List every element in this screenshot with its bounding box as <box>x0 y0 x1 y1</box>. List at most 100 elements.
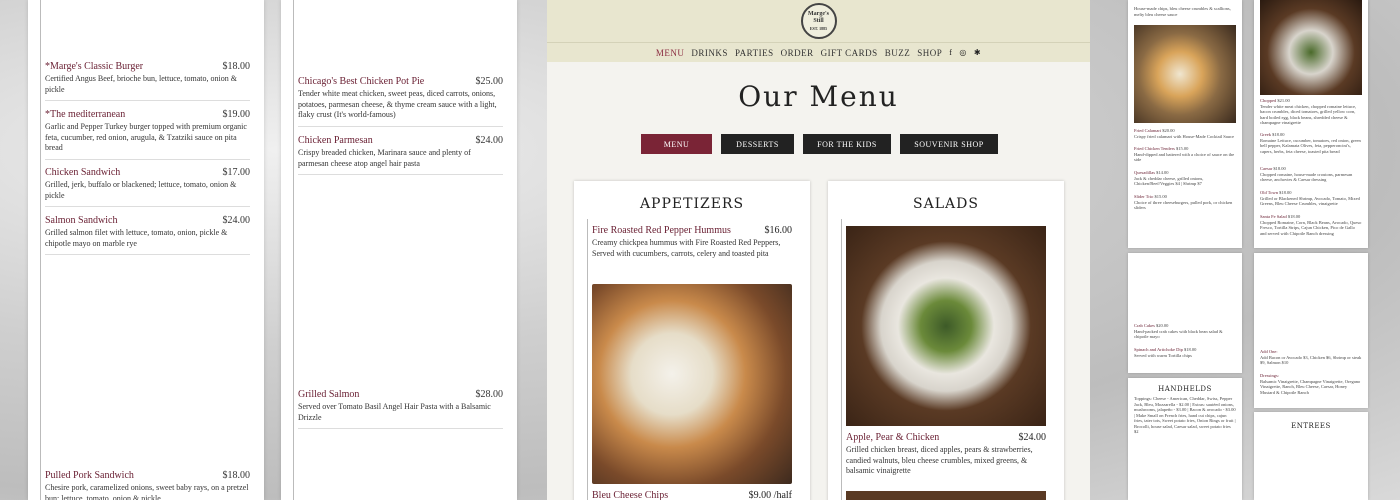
section-heading: HANDHELDS <box>1158 385 1212 393</box>
tab-for-the-kids[interactable]: FOR THE KIDS <box>803 134 891 154</box>
nav-buzz[interactable]: BUZZ <box>885 48 911 58</box>
item-desc: Tender white meat chicken, sweet peas, d… <box>298 89 497 119</box>
item-desc: Crispy breaded chicken, Marinara sauce a… <box>298 148 471 168</box>
site-logo[interactable]: Marge's Still EST. 1885 <box>800 3 837 39</box>
menu-item: Chicken Parmesan $24.00 Crispy breaded ch… <box>298 135 503 175</box>
menu-item: *Marge's Classic Burger $18.00 Certified … <box>45 61 250 101</box>
menu-tabs: MENU DESSERTS FOR THE KIDS SOUVENIR SHOP <box>641 134 998 154</box>
thumb-item: Quesadillas $14.00 Jack & cheddar cheese,… <box>1134 170 1204 186</box>
item-name: Chicken Parmesan <box>298 135 373 146</box>
item-name: Apple, Pear & Chicken <box>846 432 940 443</box>
thumb-item: Dressings: Balsamic Vinaigrette, Champagn… <box>1260 373 1361 395</box>
calamari-photo <box>1134 25 1236 123</box>
item-name: *Marge's Classic Burger <box>45 61 144 72</box>
thumb-item: Chopped $21.00 Tender white meat chicken,… <box>1260 98 1357 125</box>
instagram-icon[interactable]: ◎ <box>959 48 966 57</box>
item-name: Chicago's Best Chicken Pot Pie <box>298 76 425 87</box>
salad-photo-2 <box>846 491 1046 500</box>
thumb-item: Caesar $18.00 Chopped romaine, house-made… <box>1260 166 1353 182</box>
nav-shop[interactable]: SHOP <box>917 48 942 58</box>
item-price: $16.00 <box>764 225 793 236</box>
thumb-item: Fried Calamari $20.00 Crispy fried calama… <box>1134 128 1234 139</box>
menu-item: Fire Roasted Red Pepper Hummus $16.00 Cre… <box>592 225 792 259</box>
facebook-icon[interactable]: f <box>949 48 952 57</box>
menu-item: *The mediterranean $19.00 Garlic and Pepp… <box>45 109 250 160</box>
page-title: Our Menu <box>738 80 899 113</box>
menu-thumbnail-salads: Chopped $21.00 Tender white meat chicken,… <box>1254 0 1368 248</box>
section-heading: SALADS <box>913 196 979 212</box>
menu-item: Salmon Sandwich $24.00 Grilled salmon fil… <box>45 215 250 255</box>
menu-page-handhelds: *Marge's Classic Burger $18.00 Certified … <box>28 0 264 500</box>
website-frame: Marge's Still EST. 1885 MENU DRINKS PART… <box>547 0 1090 500</box>
site-header: Marge's Still EST. 1885 <box>547 0 1090 42</box>
menu-thumbnail-entrees: ENTREES <box>1254 412 1368 500</box>
divider <box>587 219 588 500</box>
item-desc: Grilled salmon filet with lettuce, tomat… <box>45 228 228 248</box>
item-desc: Grilled chicken breast, diced apples, pe… <box>846 445 1033 475</box>
menu-item: Pulled Pork Sandwich $18.00 Chesire pork,… <box>45 470 250 500</box>
section-heading: APPETIZERS <box>639 196 745 212</box>
menu-item: Chicago's Best Chicken Pot Pie $25.00 Ten… <box>298 76 503 127</box>
menu-page-entrees: Chicago's Best Chicken Pot Pie $25.00 Ten… <box>281 0 517 500</box>
menu-thumbnail-appetizers-2: Crab Cakes $20.00 Hand-packed crab cakes … <box>1128 253 1242 373</box>
logo-text-1: Marge's <box>808 10 829 17</box>
item-desc: Grilled, jerk, buffalo or blackened; let… <box>45 180 237 200</box>
salad-photo <box>846 226 1046 426</box>
item-name: Fire Roasted Red Pepper Hummus <box>592 225 731 236</box>
nav-drinks[interactable]: DRINKS <box>691 48 728 58</box>
menu-thumbnail-handhelds: HANDHELDS Toppings: Cheese - American, C… <box>1128 378 1242 500</box>
item-desc: Certified Angus Beef, brioche bun, lettu… <box>45 74 237 94</box>
divider <box>841 219 842 500</box>
divider <box>40 0 41 500</box>
item-price: $24.00 <box>475 135 504 146</box>
tab-desserts[interactable]: DESSERTS <box>721 134 794 154</box>
nav-menu[interactable]: MENU <box>656 48 685 58</box>
item-price: $9.00 /half <box>748 490 792 500</box>
logo-text-3: EST. 1885 <box>809 25 828 31</box>
item-desc: Served over Tomato Basil Angel Hair Past… <box>298 402 491 422</box>
menu-item: Grilled Salmon $28.00 Served over Tomato … <box>298 389 503 429</box>
logo-text-2: Still <box>813 17 824 24</box>
item-name: Grilled Salmon <box>298 389 360 400</box>
item-price: $24.00 <box>1018 432 1047 443</box>
item-price: $18.00 <box>222 61 251 72</box>
item-desc: Garlic and Pepper Turkey burger topped w… <box>45 122 247 152</box>
thumb-item: Santa Fe Salad $18.00 Chopped Romaine, Co… <box>1260 214 1362 236</box>
yelp-icon[interactable]: ✱ <box>974 48 981 57</box>
item-name: Chicken Sandwich <box>45 167 121 178</box>
salads-card: SALADS Apple, Pear & Chicken $24.00 Grill… <box>828 181 1064 500</box>
section-heading: ENTREES <box>1291 422 1331 430</box>
appetizers-card: APPETIZERS Fire Roasted Red Pepper Hummu… <box>574 181 810 500</box>
item-price: $25.00 <box>475 76 504 87</box>
item-price: $18.00 <box>222 470 251 481</box>
menu-thumbnail-appetizers: House-made chips, bleu cheese crumbles &… <box>1128 0 1242 248</box>
bleu-cheese-chips-photo <box>592 284 792 484</box>
tab-souvenir-shop[interactable]: SOUVENIR SHOP <box>900 134 998 154</box>
item-price: $24.00 <box>222 215 251 226</box>
item-price: $28.00 <box>475 389 504 400</box>
item-name: Bleu Cheese Chips <box>592 490 669 500</box>
nav-parties[interactable]: PARTIES <box>735 48 774 58</box>
nav-gift-cards[interactable]: GIFT CARDS <box>821 48 878 58</box>
thumb-item: Crab Cakes $20.00 Hand-packed crab cakes … <box>1134 323 1223 339</box>
thumb-item: Old Town $18.00 Grilled or Blackened Shri… <box>1260 190 1360 206</box>
item-price: $19.00 <box>222 109 251 120</box>
tab-menu[interactable]: MENU <box>641 134 712 154</box>
item-price: $17.00 <box>222 167 251 178</box>
nav-order[interactable]: ORDER <box>781 48 814 58</box>
thumb-item: Greek $18.00 Romaine Lettuce, cucumber, t… <box>1260 132 1361 154</box>
item-name: *The mediterranean <box>45 109 126 120</box>
menu-item: Chicken Sandwich $17.00 Grilled, jerk, bu… <box>45 167 250 207</box>
divider <box>293 0 294 500</box>
thumb-text: Toppings: Cheese - American, Cheddar, Sw… <box>1134 396 1236 434</box>
menu-item: Apple, Pear & Chicken $24.00 Grilled chic… <box>846 432 1046 477</box>
item-desc: Chesire pork, caramelized onions, sweet … <box>45 483 249 500</box>
thumb-item: Fried Chicken Tenders $15.00 Hand-dipped … <box>1134 146 1235 162</box>
item-name: Pulled Pork Sandwich <box>45 470 134 481</box>
thumb-item: Add One: Add Bacon or Avocado $3, Chicken… <box>1260 349 1362 365</box>
thumb-text: House-made chips, bleu cheese crumbles &… <box>1134 6 1231 17</box>
main-nav: MENU DRINKS PARTIES ORDER GIFT CARDS BUZ… <box>547 42 1090 62</box>
menu-item: Bleu Cheese Chips $9.00 /half <box>592 490 792 500</box>
thumb-item: Spinach and Artichoke Dip $18.00 Served w… <box>1134 347 1197 358</box>
item-name: Salmon Sandwich <box>45 215 118 226</box>
